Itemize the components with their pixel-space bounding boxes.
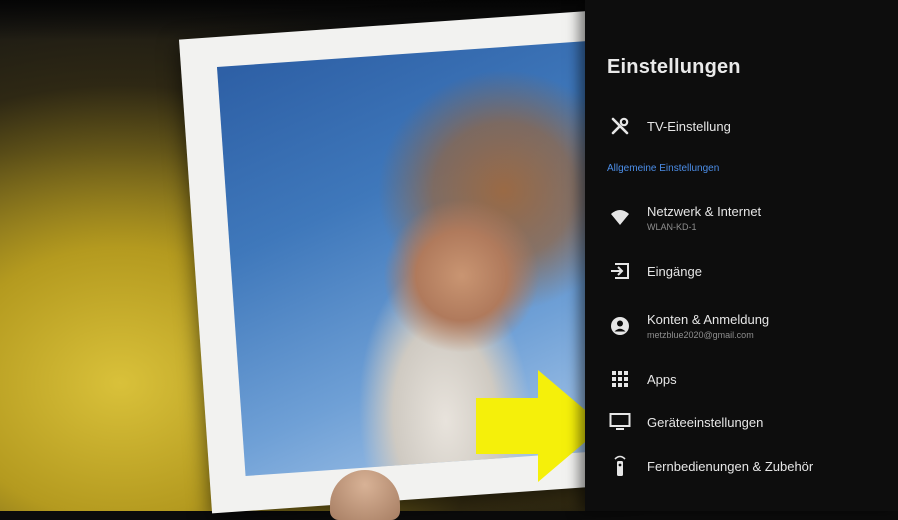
input-icon — [609, 260, 631, 282]
wifi-icon — [609, 207, 631, 229]
section-header-general: Allgemeine Einstellungen — [607, 163, 720, 174]
account-icon — [609, 315, 631, 337]
menu-item-tv-settings[interactable]: TV-Einstellung — [585, 104, 898, 148]
menu-item-sub: WLAN-KD-1 — [647, 222, 697, 232]
menu-item-network[interactable]: Netzwerk & Internet WLAN-KD-1 — [585, 196, 898, 240]
remote-icon — [609, 455, 631, 477]
menu-item-label: Fernbedienungen & Zubehör — [647, 458, 814, 474]
menu-item-label: Netzwerk & Internet — [647, 204, 762, 219]
menu-item-sub: metzblue2020@gmail.com — [647, 330, 754, 340]
menu-item-label: Geräteeinstellungen — [647, 414, 764, 430]
menu-item-accounts[interactable]: Konten & Anmeldung metzblue2020@gmail.co… — [585, 304, 898, 348]
menu-item-label: TV-Einstellung — [647, 118, 731, 134]
menu-item-remotes[interactable]: Fernbedienungen & Zubehör — [585, 444, 898, 488]
apps-grid-icon — [609, 368, 631, 390]
tv-icon — [609, 411, 631, 433]
menu-item-inputs[interactable]: Eingänge — [585, 249, 898, 293]
menu-item-device-settings[interactable]: Geräteeinstellungen — [585, 400, 898, 444]
settings-panel: Einstellungen TV-Einstellung Allgemeine … — [585, 0, 898, 511]
menu-item-label: Apps — [647, 371, 677, 387]
menu-item-label: Eingänge — [647, 263, 702, 279]
panel-title: Einstellungen — [607, 56, 741, 78]
menu-item-label: Konten & Anmeldung — [647, 312, 770, 327]
menu-item-apps[interactable]: Apps — [585, 357, 898, 401]
tools-icon — [609, 115, 631, 137]
